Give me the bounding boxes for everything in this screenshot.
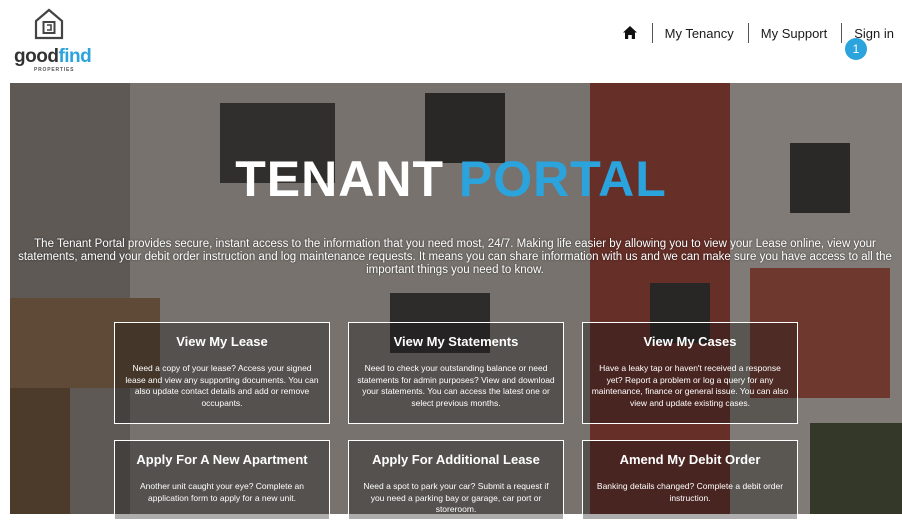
nav-separator bbox=[747, 23, 749, 43]
card-view-my-statements[interactable]: View My Statements Need to check your ou… bbox=[348, 322, 564, 424]
brand-name: goodfind bbox=[14, 46, 92, 67]
card-title: Apply For Additional Lease bbox=[372, 452, 540, 467]
card-title: Amend My Debit Order bbox=[619, 452, 761, 467]
card-text: Need a spot to park your car? Submit a r… bbox=[363, 481, 549, 514]
brand-logo[interactable]: goodfind PROPERTIES bbox=[14, 8, 94, 73]
brand-subtitle: PROPERTIES bbox=[34, 67, 75, 73]
notification-badge[interactable]: 1 bbox=[845, 38, 867, 60]
card-amend-debit-order[interactable]: Amend My Debit Order Banking details cha… bbox=[582, 440, 798, 520]
card-view-my-lease[interactable]: View My Lease Need a copy of your lease?… bbox=[114, 322, 330, 424]
home-icon[interactable] bbox=[622, 25, 638, 41]
card-title: View My Statements bbox=[393, 334, 519, 349]
card-title: View My Cases bbox=[643, 334, 737, 349]
nav-my-tenancy[interactable]: My Tenancy bbox=[665, 26, 734, 41]
site-header: goodfind PROPERTIES My Tenancy My Suppor… bbox=[0, 0, 902, 82]
intro-text: The Tenant Portal provides secure, insta… bbox=[18, 238, 892, 276]
card-text: Need to check your outstanding balance o… bbox=[357, 363, 555, 408]
nav-separator bbox=[841, 23, 843, 43]
card-text: Need a copy of your lease? Access your s… bbox=[125, 363, 319, 408]
card-title: View My Lease bbox=[176, 334, 268, 349]
card-text: Have a leaky tap or haven't received a r… bbox=[591, 363, 789, 408]
nav-my-support[interactable]: My Support bbox=[761, 26, 827, 41]
card-text: Banking details changed? Complete a debi… bbox=[596, 481, 784, 503]
page-title: TENANT PORTAL bbox=[235, 151, 667, 207]
card-text: Another unit caught your eye? Complete a… bbox=[140, 481, 304, 503]
nav-separator bbox=[651, 23, 653, 43]
card-view-my-cases[interactable]: View My Cases Have a leaky tap or haven'… bbox=[582, 322, 798, 424]
house-logo-icon bbox=[34, 8, 64, 40]
card-title: Apply For A New Apartment bbox=[136, 452, 308, 467]
card-apply-additional-lease[interactable]: Apply For Additional Lease Need a spot t… bbox=[348, 440, 564, 520]
card-apply-new-apartment[interactable]: Apply For A New Apartment Another unit c… bbox=[114, 440, 330, 520]
